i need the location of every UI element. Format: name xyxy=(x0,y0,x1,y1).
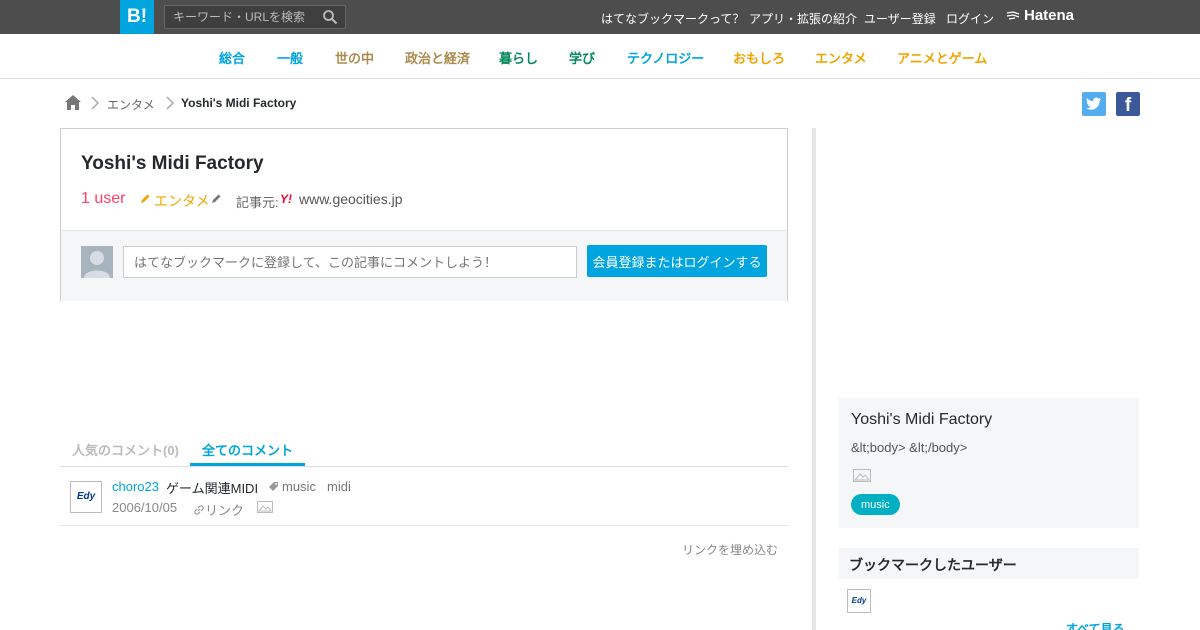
image-icon xyxy=(853,469,871,482)
embed-link[interactable]: リンクを埋め込む xyxy=(682,541,778,558)
sidebar-entry-title[interactable]: Yoshi's Midi Factory xyxy=(851,411,992,429)
bookmarked-user-avatar[interactable]: Edy xyxy=(847,589,871,613)
category-general[interactable]: 一般 xyxy=(277,48,303,67)
tab-divider xyxy=(60,466,788,467)
comment-input[interactable] xyxy=(123,246,577,278)
entry-summary: Yoshi's Midi Factory 1 user エンタメ 記事元: Y!… xyxy=(60,128,788,301)
row-divider xyxy=(60,525,788,526)
about-link[interactable]: はてなブックマークって？ xyxy=(601,10,744,27)
global-header: B! はてなブックマークって？ アプリ・拡張の紹介 ユーザー登録 ログイン Ha… xyxy=(0,0,1200,34)
bookmark-username[interactable]: choro23 xyxy=(112,479,159,494)
category-knowledge[interactable]: 学び xyxy=(569,48,595,67)
bookmark-user-avatar[interactable]: Edy xyxy=(70,481,102,513)
bookmark-tag[interactable]: music xyxy=(282,479,316,494)
search-box[interactable] xyxy=(164,5,346,29)
chevron-right-icon xyxy=(166,96,175,110)
sidebar-entry-description: &lt;body> &lt;/body> xyxy=(851,440,968,455)
link-label: リンク xyxy=(205,503,245,518)
hatena-logo[interactable]: Hatena xyxy=(1006,7,1074,24)
hatena-label: Hatena xyxy=(1024,7,1075,24)
category-fun[interactable]: おもしろ xyxy=(733,48,785,67)
home-icon[interactable] xyxy=(64,94,82,111)
search-icon[interactable] xyxy=(322,9,338,25)
category-all[interactable]: 総合 xyxy=(219,48,245,67)
chevron-right-icon xyxy=(91,96,100,110)
source-label: 記事元: xyxy=(236,195,279,210)
column-divider xyxy=(812,128,816,630)
bookmarked-users-title: ブックマークしたユーザー xyxy=(849,557,1017,573)
category-it[interactable]: テクノロジー xyxy=(627,48,704,67)
apps-link[interactable]: アプリ・拡張の紹介 xyxy=(749,10,857,27)
register-or-login-button[interactable]: 会員登録またはログインする xyxy=(587,245,767,277)
edit-category-icon[interactable] xyxy=(210,193,222,205)
category-life[interactable]: 暮らし xyxy=(499,48,538,67)
sidebar-tag[interactable]: music xyxy=(851,494,900,515)
bookmark-permalink[interactable]: リンク xyxy=(193,500,244,519)
tab-popular-comments[interactable]: 人気のコメント(0) xyxy=(72,440,179,459)
avatar-label: Edy xyxy=(76,491,96,502)
category-entertainment[interactable]: エンタメ xyxy=(815,48,867,67)
bookmark-date[interactable]: 2006/10/05 xyxy=(112,500,177,515)
avatar-label: Edy xyxy=(851,596,867,605)
facebook-share-button[interactable]: f xyxy=(1116,92,1140,116)
bookmark-tag[interactable]: midi xyxy=(327,479,351,494)
tag-icon xyxy=(269,482,278,491)
user-silhouette-icon xyxy=(84,251,110,278)
source-domain-link[interactable]: www.geocities.jp xyxy=(299,191,403,207)
breadcrumb-category[interactable]: エンタメ xyxy=(107,96,155,113)
hatena-mark-icon xyxy=(1006,10,1020,20)
comment-form: 会員登録またはログインする xyxy=(61,230,787,301)
category-social[interactable]: 世の中 xyxy=(335,48,374,67)
category-pencil-icon xyxy=(141,194,150,203)
hatena-bookmark-logo[interactable]: B! xyxy=(120,0,154,34)
search-input[interactable] xyxy=(165,6,315,28)
default-avatar xyxy=(81,246,113,278)
register-link[interactable]: ユーザー登録 xyxy=(864,10,936,27)
facebook-icon: f xyxy=(1124,95,1132,116)
active-tab-indicator xyxy=(190,463,305,466)
category-game[interactable]: アニメとゲーム xyxy=(897,48,987,67)
source-favicon: Y! xyxy=(280,192,292,206)
category-nav: 総合 一般 世の中 政治と経済 暮らし 学び テクノロジー おもしろ エンタメ … xyxy=(0,34,1200,79)
tab-all-comments[interactable]: 全てのコメント xyxy=(202,440,293,459)
sidebar-entry-card: Yoshi's Midi Factory &lt;body> &lt;/body… xyxy=(839,398,1139,528)
bookmark-comment: ゲーム関連MIDI xyxy=(166,481,259,496)
twitter-icon xyxy=(1086,97,1101,110)
image-icon[interactable] xyxy=(257,501,273,513)
breadcrumb-current: Yoshi's Midi Factory xyxy=(181,96,297,110)
login-link[interactable]: ログイン xyxy=(946,10,994,27)
link-icon xyxy=(194,505,204,515)
category-economics[interactable]: 政治と経済 xyxy=(405,48,470,67)
entry-title[interactable]: Yoshi's Midi Factory xyxy=(81,153,264,175)
twitter-share-button[interactable] xyxy=(1082,92,1106,116)
bookmarked-users-heading: ブックマークしたユーザー xyxy=(839,548,1139,579)
bookmark-user-count[interactable]: 1 user xyxy=(81,190,125,208)
entry-category-link[interactable]: エンタメ xyxy=(154,191,210,211)
see-all-users-link[interactable]: すべて見る xyxy=(1066,620,1125,630)
